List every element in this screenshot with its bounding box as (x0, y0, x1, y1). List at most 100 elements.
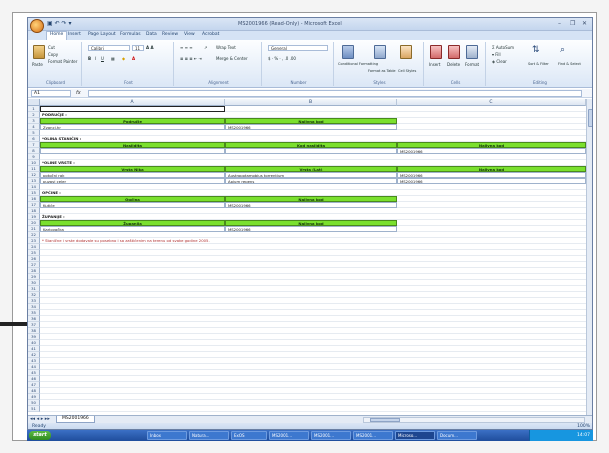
grid-line (40, 255, 586, 256)
grid-line (40, 399, 586, 400)
office-button[interactable] (30, 19, 44, 33)
font-color-icon[interactable]: A (132, 56, 135, 61)
font-size-select[interactable]: 11 (132, 45, 144, 51)
tab-acrobat[interactable]: Acrobat (202, 32, 219, 37)
delete-cells-button[interactable]: Delete (447, 62, 460, 67)
grid-line (40, 327, 586, 328)
cell-staniste-kod[interactable] (225, 148, 397, 154)
format-cells-button[interactable]: Format (465, 62, 479, 67)
currency-icon[interactable]: $ · % · , .0 .00 (268, 56, 296, 61)
column-header-a[interactable]: A (40, 99, 225, 106)
start-button[interactable]: start (29, 431, 51, 440)
taskbar-button-5[interactable]: MS2001... (311, 431, 351, 440)
format-painter-button[interactable]: Format Painter (48, 59, 77, 64)
paste-icon[interactable] (33, 45, 45, 59)
maximize-button[interactable]: ❐ (570, 20, 575, 27)
format-cells-icon[interactable] (466, 45, 478, 59)
italic-button[interactable]: I (95, 56, 96, 61)
conditional-formatting-icon[interactable] (342, 45, 354, 59)
fill-button[interactable]: ▾ Fill (492, 52, 501, 57)
wrap-text-button[interactable]: Wrap Text (216, 45, 236, 50)
cell-zupanija-kod[interactable]: MS2001966 (225, 226, 397, 232)
quick-access-toolbar[interactable]: ▣ ↶ ↷ ▾ (47, 20, 71, 27)
horizontal-scroll-thumb[interactable] (370, 418, 400, 422)
taskbar-button-3[interactable]: ExOS (231, 431, 267, 440)
delete-cells-icon[interactable] (448, 45, 460, 59)
grid-line (40, 291, 586, 292)
cut-button[interactable]: Cut (48, 45, 55, 50)
number-format-select[interactable]: General (268, 45, 328, 51)
slide-accent-bar (0, 322, 28, 326)
cell-styles-button[interactable]: Cell Styles (398, 69, 416, 73)
cell-zupanija-value[interactable]: Karlovačka (40, 226, 225, 232)
tab-review[interactable]: Review (162, 32, 178, 37)
font-name-select[interactable]: Calibri (88, 45, 130, 51)
insert-cells-button[interactable]: Insert (429, 62, 440, 67)
sheet-nav-arrows[interactable]: ◂◂ ◂ ▸ ▸▸ (30, 416, 50, 422)
cell-podrucje-value[interactable]: Zvonci.hr (40, 124, 225, 130)
align-top-icon[interactable]: ≡ ≡ ≡ (180, 45, 193, 50)
column-header-c[interactable]: C (397, 99, 586, 106)
sort-filter-button[interactable]: Sort & Filter (528, 62, 549, 66)
taskbar-button-8[interactable]: Docum... (437, 431, 477, 440)
select-all-corner[interactable] (28, 99, 40, 106)
close-button[interactable]: ✕ (582, 20, 587, 27)
cell-opcina-value[interactable]: Kutiće (40, 202, 225, 208)
conditional-formatting-button[interactable]: Conditional Formatting (338, 62, 378, 66)
copy-button[interactable]: Copy (48, 52, 58, 57)
bold-button[interactable]: B (88, 56, 91, 61)
formula-input[interactable] (88, 90, 582, 97)
tab-page-layout[interactable]: Page Layout (88, 32, 116, 37)
align-left-icon[interactable]: ≣ ≣ ≣ ⇤ ⇥ (180, 56, 202, 61)
zoom-level[interactable]: 100% (577, 424, 590, 429)
borders-icon[interactable]: ▦ (111, 56, 115, 61)
tab-home[interactable]: Home (46, 31, 68, 40)
taskbar-button-7[interactable]: Microso... (395, 431, 435, 440)
cell-opcina-kod[interactable]: MS2001966 (225, 202, 397, 208)
paste-button[interactable]: Paste (32, 62, 43, 67)
sort-filter-icon[interactable]: ⇅ (532, 45, 540, 55)
cell-styles-icon[interactable] (400, 45, 412, 59)
row-header[interactable]: 51 (28, 406, 40, 412)
cell-podrucje-kod[interactable]: MS2001966 (225, 124, 397, 130)
cell-vrsta-2-lat[interactable]: Apium repens (225, 178, 397, 184)
format-table-icon[interactable] (374, 45, 386, 59)
sheet-tab-active[interactable]: MS2001966 (56, 416, 95, 423)
fill-color-icon[interactable]: ◆ (122, 56, 125, 61)
cell-vrsta-2-hr[interactable]: puzavi celer (40, 178, 225, 184)
fx-icon[interactable]: fx (76, 90, 81, 96)
merge-center-button[interactable]: Merge & Center (216, 56, 248, 61)
taskbar-button-4[interactable]: MS2001... (269, 431, 309, 440)
name-box[interactable]: A1 (31, 90, 71, 97)
vertical-scrollbar[interactable] (586, 99, 592, 415)
cell-staniste-nalivna[interactable]: MS2001966 (397, 148, 586, 154)
minimize-button[interactable]: – (558, 20, 561, 27)
insert-cells-icon[interactable] (430, 45, 442, 59)
underline-button[interactable]: U (101, 56, 104, 61)
tab-formulas[interactable]: Formulas (120, 32, 141, 37)
taskbar-button-6[interactable]: MS2001... (353, 431, 393, 440)
cell-staniste-value[interactable] (40, 148, 225, 154)
column-header-b[interactable]: B (225, 99, 397, 106)
find-select-button[interactable]: Find & Select (558, 62, 581, 66)
tab-data[interactable]: Data (146, 32, 157, 37)
vertical-scroll-thumb[interactable] (588, 109, 592, 127)
find-select-icon[interactable]: ⌕ (560, 45, 565, 55)
grow-font-icon[interactable]: A A (146, 45, 154, 50)
taskbar-button-1[interactable]: Inbox (147, 431, 187, 440)
autosum-button[interactable]: Σ AutoSum (492, 45, 514, 50)
orientation-icon[interactable]: ↗ (204, 45, 207, 50)
tab-view[interactable]: View (184, 32, 195, 37)
grid-line (40, 363, 586, 364)
grid-line (40, 339, 586, 340)
cell-vrsta-2-kod[interactable]: MS2001966 (397, 178, 586, 184)
clear-button[interactable]: ◈ Clear (492, 59, 507, 64)
taskbar-button-2[interactable]: Natura... (189, 431, 229, 440)
grid-line (40, 285, 586, 286)
autosum-label: AutoSum (495, 45, 515, 50)
tab-insert[interactable]: Insert (68, 32, 81, 37)
footnote-cell[interactable]: * Stanične i vrste dodavale su posebno i… (40, 238, 400, 244)
grid-line (40, 297, 586, 298)
format-table-button[interactable]: Format as Table (368, 69, 396, 73)
grid-line (40, 387, 586, 388)
